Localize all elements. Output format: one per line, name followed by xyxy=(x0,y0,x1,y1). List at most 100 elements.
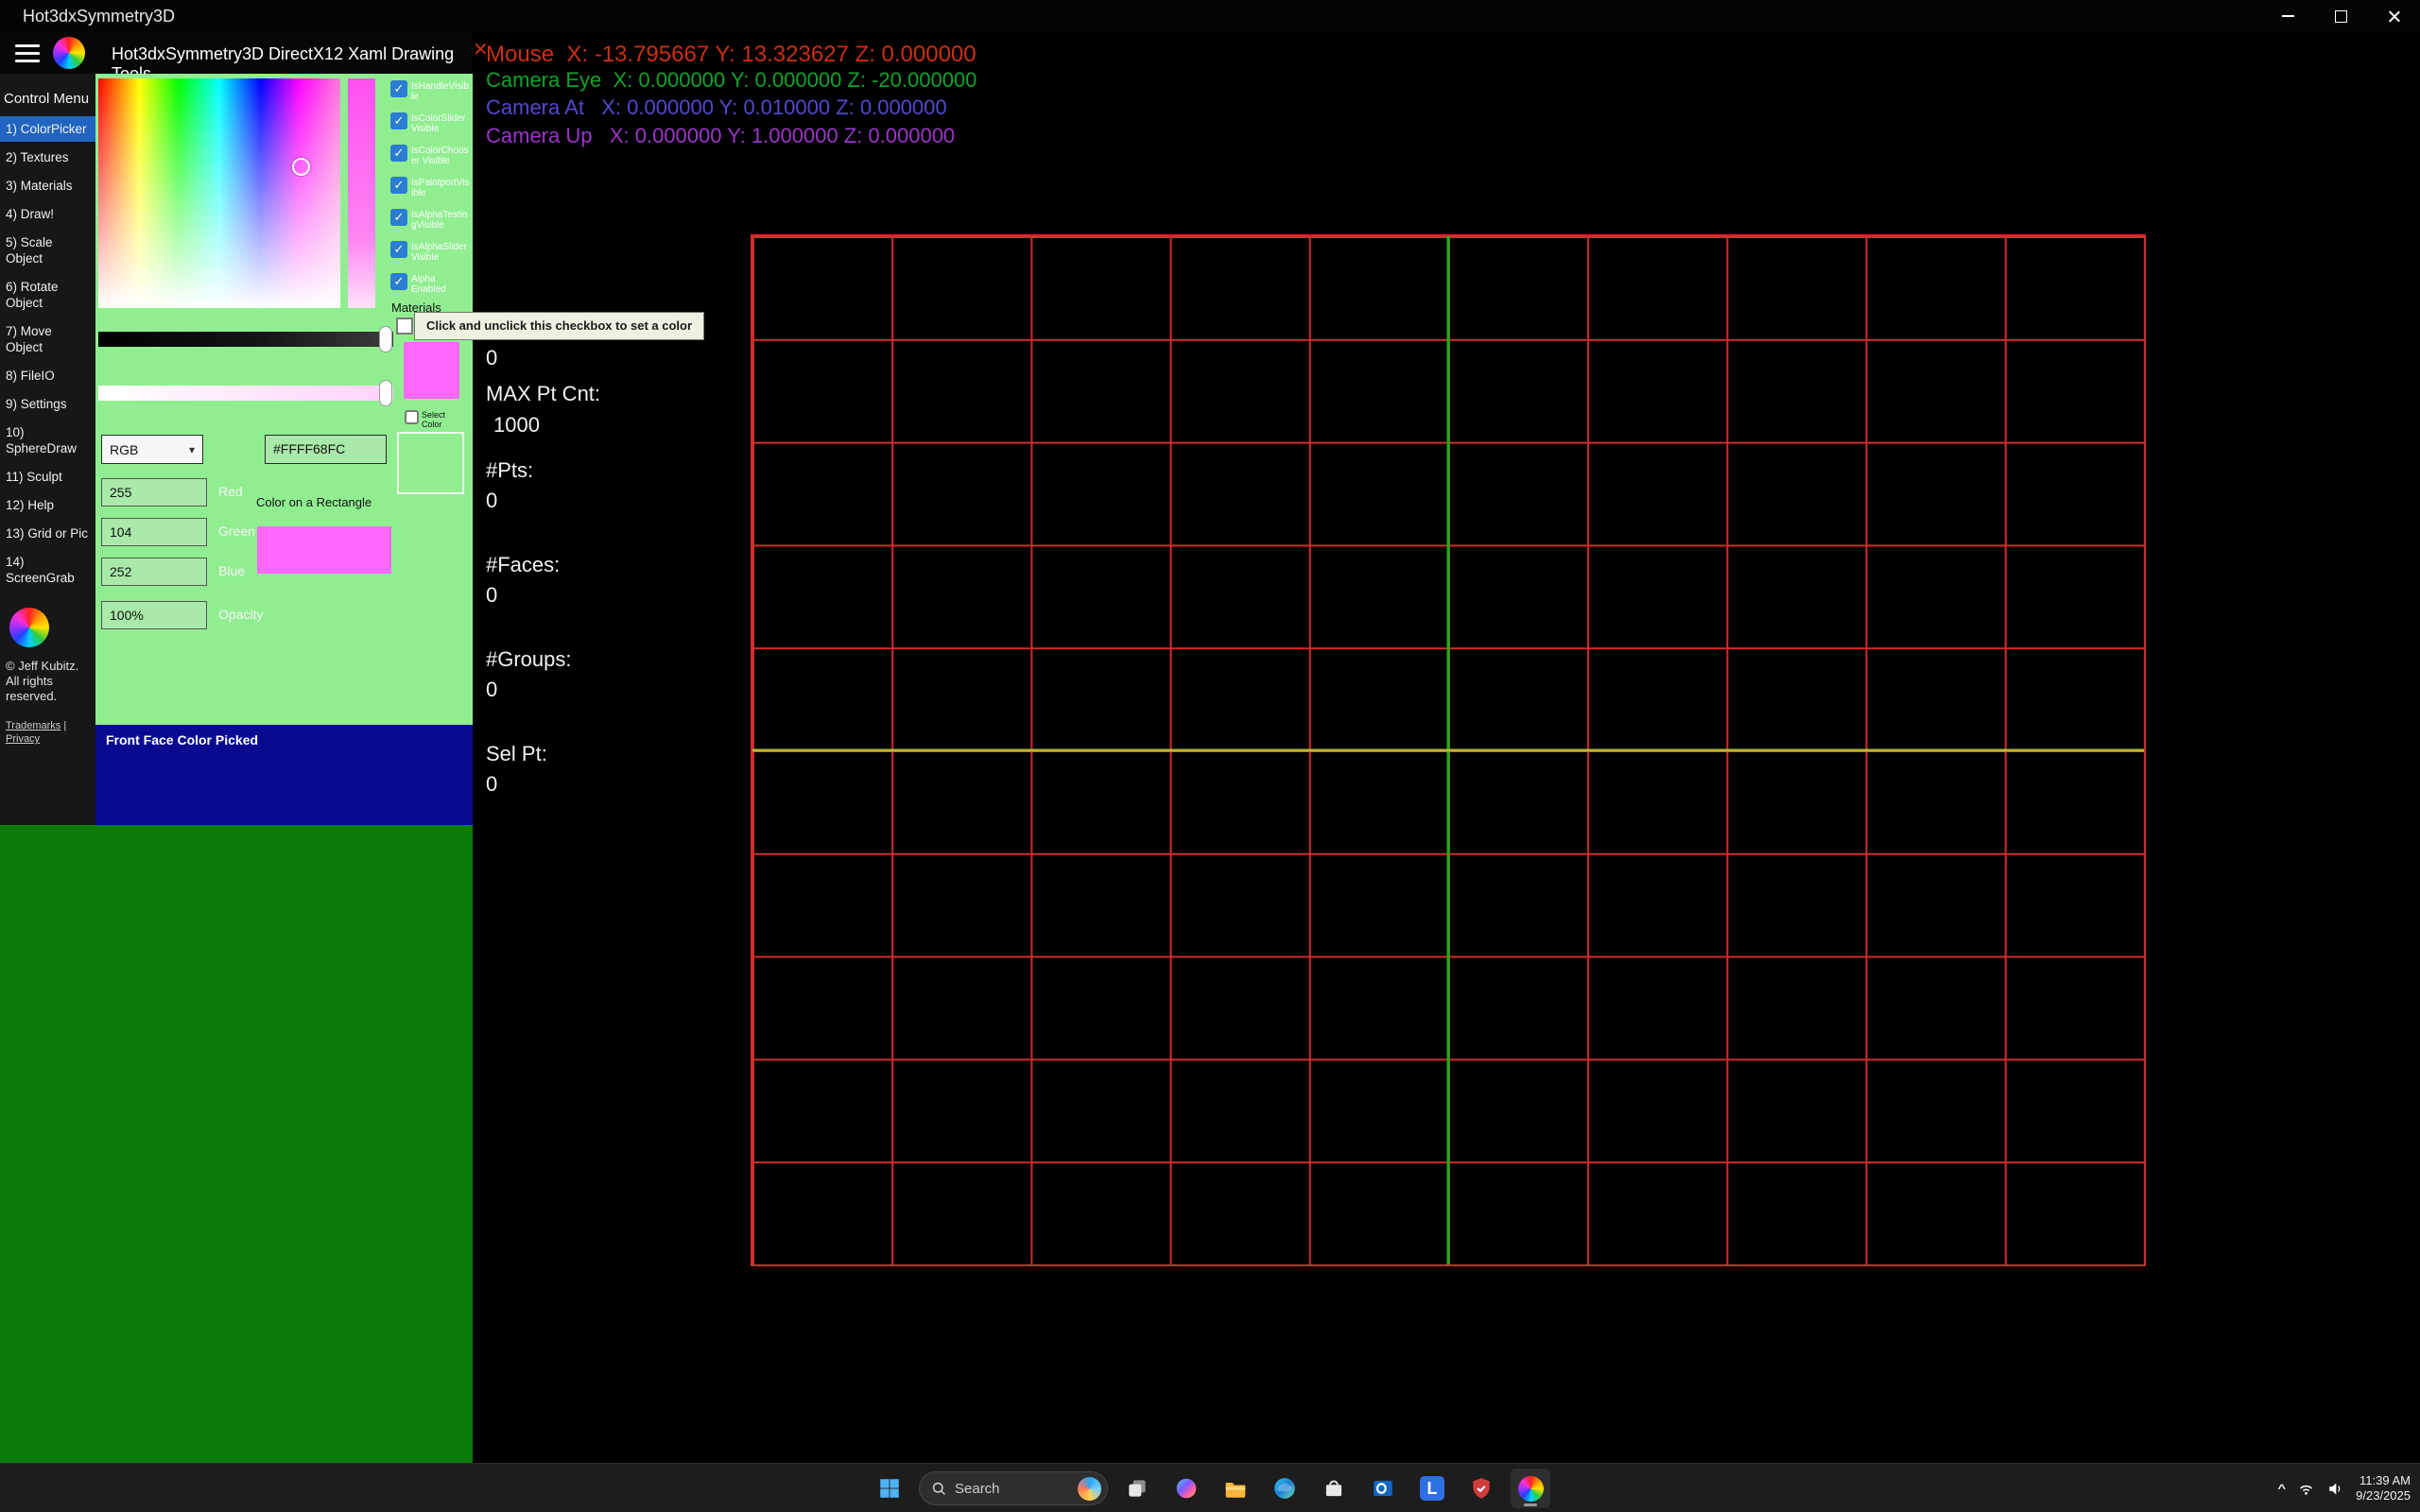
file-explorer-icon xyxy=(1223,1476,1248,1501)
maximize-icon xyxy=(2335,10,2347,23)
hamburger-menu-icon[interactable] xyxy=(15,44,40,62)
minimize-button[interactable] xyxy=(2261,0,2314,32)
task-view-button[interactable] xyxy=(1117,1469,1157,1508)
maximize-button[interactable] xyxy=(2314,0,2367,32)
select-color-checkbox[interactable]: Select Color xyxy=(405,410,459,429)
set-color-checkbox[interactable] xyxy=(396,318,413,335)
sidebar-item-fileio[interactable]: 8) FileIO xyxy=(0,363,95,388)
opacity-value-input[interactable]: 100% xyxy=(101,601,207,629)
outlook-button[interactable] xyxy=(1363,1469,1403,1508)
checkbox-is-handle-visible[interactable]: ✓ IsHandleVisible xyxy=(390,80,472,102)
sidebar-item-move-object[interactable]: 7) Move Object xyxy=(0,318,95,360)
stat-max-pt-label: MAX Pt Cnt: xyxy=(486,382,600,406)
checkbox-checked-icon: ✓ xyxy=(390,80,407,97)
blue-label: Blue xyxy=(218,563,245,578)
sidebar-item-grid-or-pic[interactable]: 13) Grid or Pic xyxy=(0,521,95,546)
security-button[interactable] xyxy=(1461,1469,1501,1508)
l-app-icon: L xyxy=(1420,1476,1444,1501)
search-placeholder: Search xyxy=(955,1481,1070,1497)
stat-faces-label: #Faces: xyxy=(486,553,560,577)
checkbox-is-alphatesting-visible[interactable]: ✓ IsAlphaTestingVisible xyxy=(390,209,472,231)
camera-at-text: Camera At X: 0.000000 Y: 0.010000 Z: 0.0… xyxy=(486,95,947,120)
checkbox-is-colorslider-visible[interactable]: ✓ IsColorSliderVisible xyxy=(390,112,472,134)
chevron-down-icon: ▾ xyxy=(189,443,195,456)
edge-button[interactable] xyxy=(1265,1469,1305,1508)
sidebar-item-draw[interactable]: 4) Draw! xyxy=(0,201,95,227)
checkbox-is-colorchooser-visible[interactable]: ✓ IsColorChooser Visible xyxy=(390,145,472,166)
checkbox-alpha-enabled[interactable]: ✓ Alpha Enabled xyxy=(390,273,472,295)
color-mode-value: RGB xyxy=(110,442,138,457)
hex-color-input[interactable]: #FFFF68FC xyxy=(265,435,387,464)
copilot-icon xyxy=(1174,1476,1199,1501)
privacy-link[interactable]: Privacy xyxy=(6,733,40,745)
start-button[interactable] xyxy=(870,1469,909,1508)
store-button[interactable] xyxy=(1314,1469,1354,1508)
color-spectrum[interactable] xyxy=(98,78,340,308)
volume-icon[interactable] xyxy=(2326,1480,2344,1498)
stat-max-pt-value: 1000 xyxy=(493,413,540,438)
camera-up-text: Camera Up X: 0.000000 Y: 1.000000 Z: 0.0… xyxy=(486,124,955,148)
taskbar-search-input[interactable]: Search xyxy=(919,1471,1108,1505)
sidebar-item-materials[interactable]: 3) Materials xyxy=(0,173,95,198)
stat-top-value: 0 xyxy=(486,346,497,370)
close-button[interactable] xyxy=(2367,0,2420,32)
stat-faces-value: 0 xyxy=(486,583,497,608)
checkbox-checked-icon: ✓ xyxy=(390,273,407,290)
checkbox-is-alphaslider-visible[interactable]: ✓ IsAlphaSliderVisible xyxy=(390,241,472,263)
hot3dx-app-icon xyxy=(1518,1476,1544,1502)
bing-icon xyxy=(1078,1477,1101,1501)
front-face-panel: Front Face Color Picked xyxy=(95,725,473,825)
sidebar-item-screengrab[interactable]: 14) ScreenGrab xyxy=(0,549,95,591)
sidebar-item-settings[interactable]: 9) Settings xyxy=(0,391,95,417)
outlook-icon xyxy=(1371,1476,1395,1501)
front-face-label: Front Face Color Picked xyxy=(106,732,258,747)
trademarks-link[interactable]: Trademarks xyxy=(6,720,60,731)
stat-groups-value: 0 xyxy=(486,678,497,702)
blue-value-input[interactable]: 252 xyxy=(101,558,207,586)
value-slider-handle[interactable] xyxy=(379,326,392,352)
window-title: Hot3dxSymmetry3D xyxy=(23,7,175,26)
hot3dx-app-button[interactable] xyxy=(1511,1469,1550,1508)
copyright-text: © Jeff Kubitz. All rights reserved. xyxy=(0,657,95,706)
color-mode-select[interactable]: RGB ▾ xyxy=(101,435,203,464)
red-value-input[interactable]: 255 xyxy=(101,478,207,507)
color-picker-panel: ✓ IsHandleVisible ✓ IsColorSliderVisible… xyxy=(95,74,473,725)
checkbox-is-paintport-visible[interactable]: ✓ IsPaintportVisible xyxy=(390,177,472,198)
app-window: Hot3dxSymmetry3D Hot3dxSymmetry3D Direct… xyxy=(0,0,2420,1512)
opacity-slider[interactable] xyxy=(98,386,393,401)
value-slider[interactable] xyxy=(98,332,393,347)
tray-time: 11:39 AM xyxy=(2356,1473,2411,1488)
taskbar: Search xyxy=(0,1463,2420,1512)
checkbox-unchecked-icon xyxy=(405,410,419,424)
app-logo-icon xyxy=(53,37,85,69)
sidebar-item-help[interactable]: 12) Help xyxy=(0,492,95,518)
grid-x-axis xyxy=(752,749,2144,752)
link-separator: | xyxy=(63,720,66,731)
l-app-button[interactable]: L xyxy=(1412,1469,1452,1508)
windows-logo-icon xyxy=(877,1476,902,1501)
sidebar-item-rotate-object[interactable]: 6) Rotate Object xyxy=(0,274,95,316)
sidebar-item-textures[interactable]: 2) Textures xyxy=(0,145,95,170)
green-value-input[interactable]: 104 xyxy=(101,518,207,546)
sidebar-logo-icon xyxy=(9,608,49,647)
hue-slider[interactable] xyxy=(348,78,375,308)
spectrum-cursor[interactable] xyxy=(292,158,310,176)
sidebar-item-scale-object[interactable]: 5) Scale Object xyxy=(0,230,95,271)
checkbox-checked-icon: ✓ xyxy=(390,241,407,258)
checkbox-checked-icon: ✓ xyxy=(390,209,407,226)
copilot-button[interactable] xyxy=(1167,1469,1206,1508)
tray-clock[interactable]: 11:39 AM 9/23/2025 xyxy=(2356,1473,2411,1503)
sidebar-item-sculpt[interactable]: 11) Sculpt xyxy=(0,464,95,490)
wifi-icon[interactable] xyxy=(2297,1480,2315,1498)
edge-icon xyxy=(1272,1476,1297,1501)
sidebar-item-colorpicker[interactable]: 1) ColorPicker xyxy=(0,116,95,142)
window-titlebar: Hot3dxSymmetry3D xyxy=(0,0,2420,32)
drawing-grid[interactable] xyxy=(751,234,2146,1266)
sidebar-item-spheredraw[interactable]: 10) SphereDraw xyxy=(0,420,95,461)
tray-chevron-up-icon[interactable]: ^ xyxy=(2277,1482,2286,1495)
minimize-icon xyxy=(2282,15,2294,17)
rectangle-caption: Color on a Rectangle xyxy=(256,495,372,509)
opacity-slider-handle[interactable] xyxy=(379,380,392,406)
security-shield-icon xyxy=(1469,1476,1494,1501)
file-explorer-button[interactable] xyxy=(1216,1469,1255,1508)
